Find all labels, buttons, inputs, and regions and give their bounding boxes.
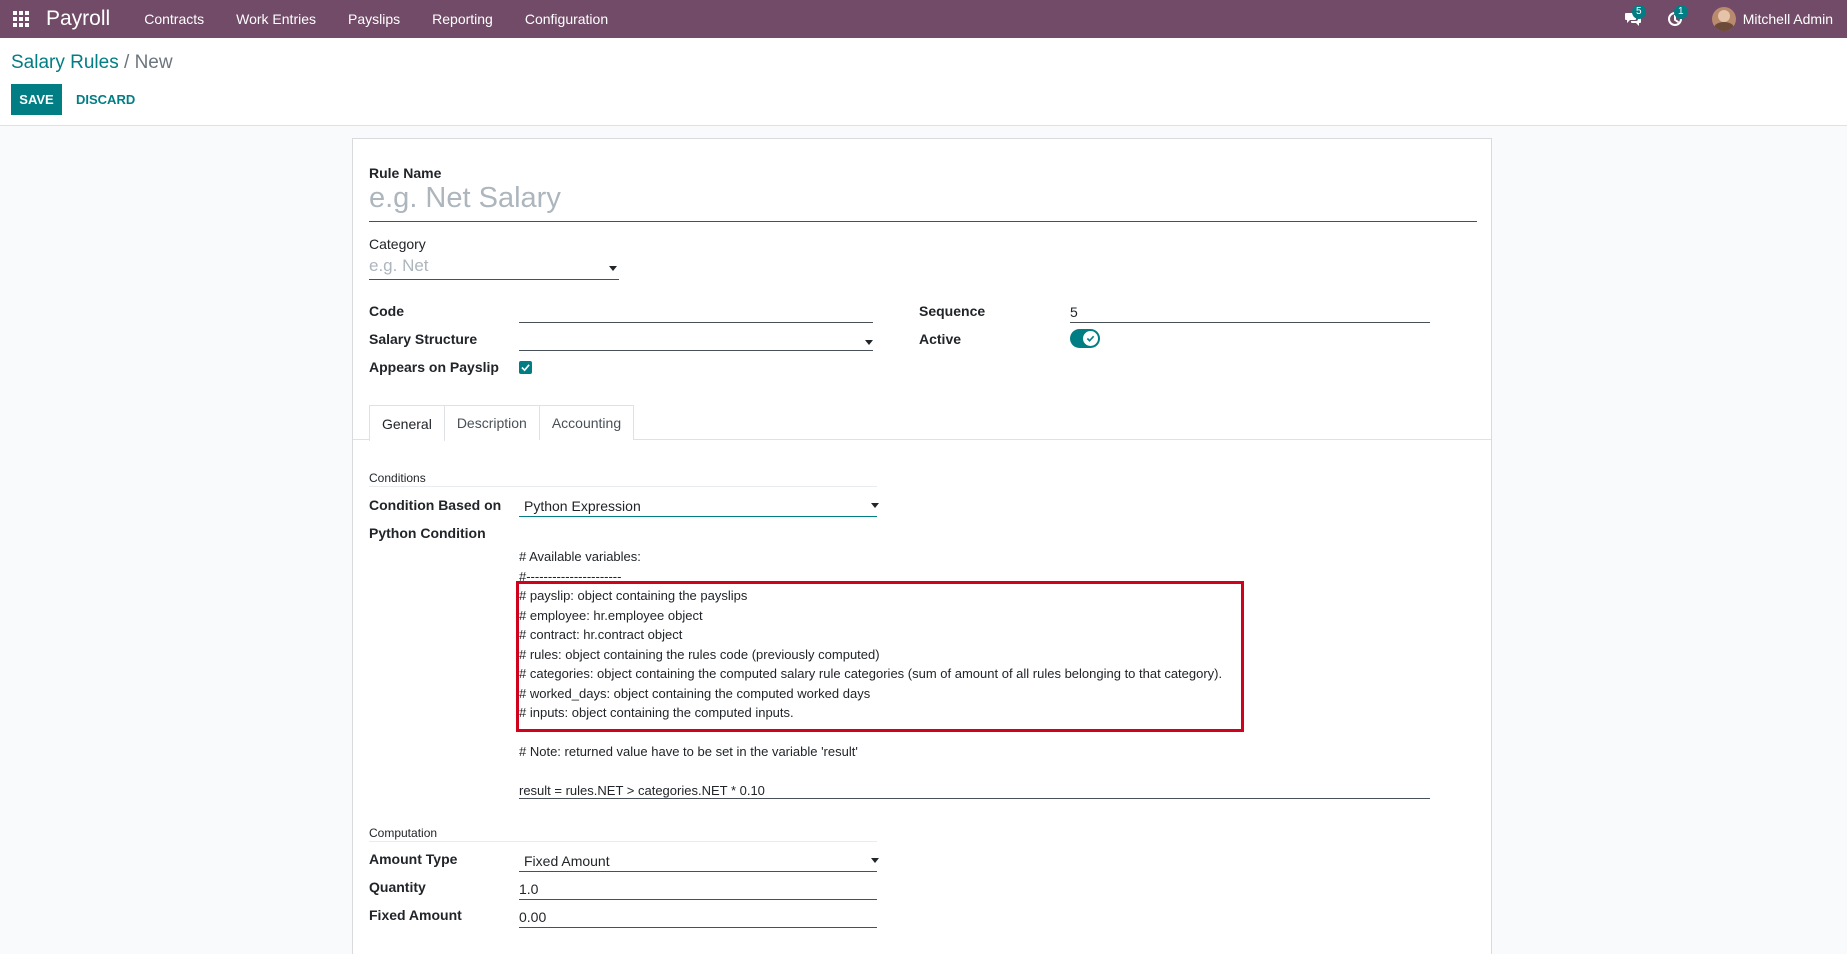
code-label: Code: [369, 303, 404, 319]
category-input[interactable]: e.g. Net: [369, 256, 429, 276]
python-condition-label: Python Condition: [369, 525, 486, 541]
control-panel: Salary Rules / New SAVE DISCARD: [0, 38, 1847, 126]
activities-count-badge: 1: [1673, 5, 1688, 19]
quantity-underline: [519, 899, 877, 900]
save-button[interactable]: SAVE: [11, 84, 62, 115]
computation-section-rule: [369, 841, 877, 842]
rule-name-underline: [369, 221, 1477, 222]
fixed-amount-label: Fixed Amount: [369, 907, 462, 923]
sequence-underline: [1070, 322, 1430, 323]
messages-button[interactable]: 5: [1612, 0, 1654, 38]
fixed-amount-input[interactable]: 0.00: [519, 909, 546, 925]
code-line: # Available variables:: [519, 549, 641, 564]
breadcrumb-salary-rules[interactable]: Salary Rules: [11, 52, 119, 73]
user-name: Mitchell Admin: [1742, 11, 1833, 27]
quantity-input[interactable]: 1.0: [519, 881, 538, 897]
quantity-label: Quantity: [369, 879, 426, 895]
menu-contracts[interactable]: Contracts: [128, 0, 220, 38]
code-line: # contract: hr.contract object: [519, 627, 683, 642]
user-menu[interactable]: Mitchell Admin: [1696, 0, 1847, 38]
category-dropdown-icon[interactable]: [609, 266, 617, 271]
category-underline: [369, 279, 619, 280]
amount-type-underline: [519, 871, 877, 872]
discard-button[interactable]: DISCARD: [68, 84, 143, 115]
sequence-label: Sequence: [919, 303, 986, 319]
amount-type-dropdown-icon[interactable]: [871, 858, 879, 863]
code-line: #----------------------: [519, 568, 622, 584]
menu-payslips[interactable]: Payslips: [332, 0, 416, 38]
category-label: Category: [369, 236, 426, 252]
code-underline: [519, 322, 873, 323]
code-line: # payslip: object containing the payslip…: [519, 588, 748, 603]
code-line: # Note: returned value have to be set in…: [519, 744, 858, 759]
computation-section-title: Computation: [369, 826, 438, 840]
code-line: # worked_days: object containing the com…: [519, 685, 871, 701]
breadcrumb-separator: /: [118, 52, 135, 73]
tab-general[interactable]: General: [369, 405, 445, 441]
code-input[interactable]: [519, 303, 873, 323]
form-sheet: Rule Name e.g. Net Salary Category e.g. …: [352, 138, 1492, 954]
salary-structure-label: Salary Structure: [369, 331, 478, 347]
active-toggle[interactable]: [1070, 329, 1100, 348]
code-line: # rules: object containing the rules cod…: [519, 646, 880, 662]
condition-based-on-select[interactable]: Python Expression: [524, 498, 641, 514]
notebook-tabs: General Description Accounting: [369, 405, 635, 441]
check-icon: [1086, 335, 1095, 342]
app-name[interactable]: Payroll: [46, 7, 110, 31]
appears-on-payslip-checkbox[interactable]: [519, 361, 532, 374]
breadcrumb-current: New: [134, 52, 173, 73]
tab-accounting[interactable]: Accounting: [538, 405, 635, 440]
python-condition-underline: [519, 798, 1430, 799]
code-line: # inputs: object containing the computed…: [519, 705, 794, 720]
avatar: [1711, 7, 1736, 31]
conditions-section-title: Conditions: [369, 471, 426, 485]
messages-count-badge: 5: [1631, 5, 1646, 19]
amount-type-select[interactable]: Fixed Amount: [524, 853, 610, 869]
menu-configuration[interactable]: Configuration: [509, 0, 624, 38]
checkmark-icon: [521, 364, 530, 372]
salary-structure-dropdown-icon[interactable]: [865, 340, 873, 345]
code-line: # categories: object containing the comp…: [519, 666, 1223, 681]
rule-name-label: Rule Name: [369, 165, 442, 181]
menu-reporting[interactable]: Reporting: [416, 0, 509, 38]
condition-based-on-underline: [519, 516, 877, 517]
fixed-amount-underline: [519, 927, 877, 928]
conditions-section-rule: [369, 486, 877, 487]
condition-based-on-label: Condition Based on: [369, 497, 502, 513]
amount-type-label: Amount Type: [369, 851, 458, 867]
rule-name-input[interactable]: e.g. Net Salary: [369, 182, 561, 215]
menu-work-entries[interactable]: Work Entries: [220, 0, 332, 38]
sequence-input[interactable]: 5: [1070, 304, 1078, 320]
code-line: # employee: hr.employee object: [519, 607, 703, 623]
top-navbar: Payroll Contracts Work Entries Payslips …: [0, 0, 1847, 38]
apps-menu-icon[interactable]: [2, 2, 40, 36]
active-label: Active: [919, 331, 962, 347]
appears-on-payslip-label: Appears on Payslip: [369, 359, 499, 375]
toggle-knob: [1083, 331, 1098, 346]
condition-dropdown-icon[interactable]: [871, 503, 879, 508]
tab-description[interactable]: Description: [443, 405, 540, 440]
breadcrumb: Salary Rules / New: [11, 52, 173, 74]
python-condition-editor[interactable]: # Available variables: #----------------…: [519, 547, 1222, 801]
activities-button[interactable]: 1: [1654, 0, 1696, 38]
salary-structure-underline: [519, 350, 873, 351]
salary-structure-input[interactable]: [519, 331, 873, 351]
